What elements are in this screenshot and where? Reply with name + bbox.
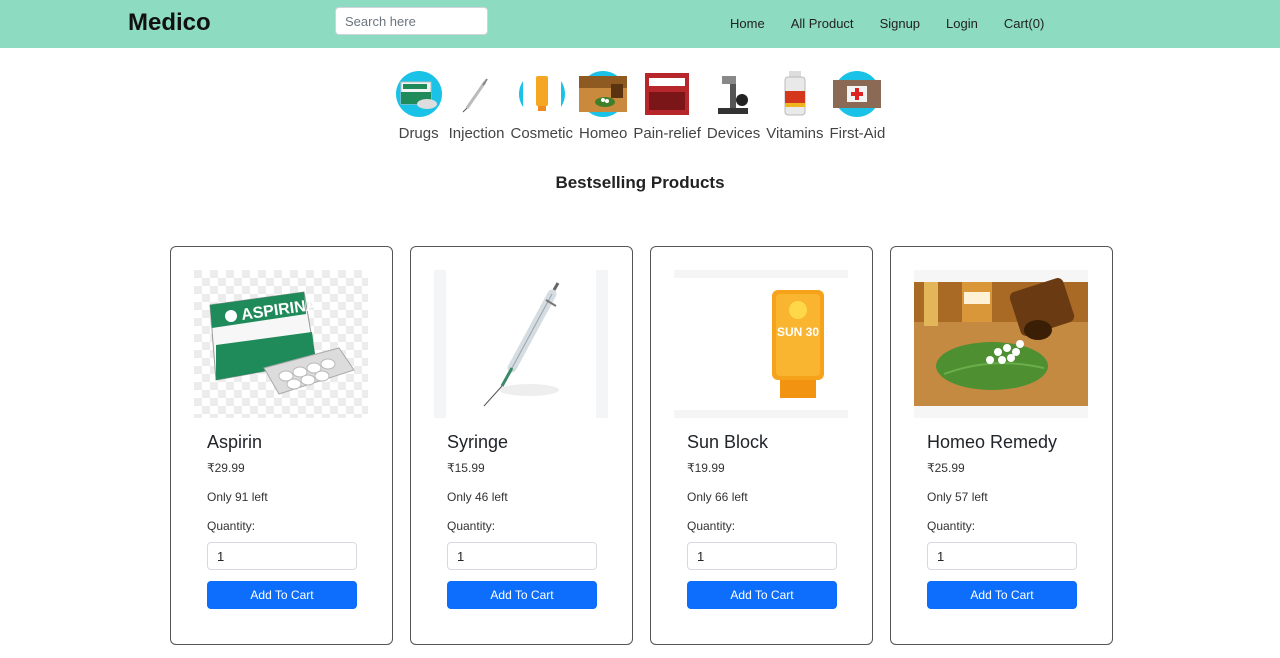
product-price: ₹29.99 [207,461,245,475]
add-to-cart-button[interactable]: Add To Cart [207,581,357,609]
quantity-label: Quantity: [687,519,736,533]
quantity-input[interactable] [447,542,597,570]
homeo-icon [579,70,628,118]
search-input[interactable] [335,7,488,35]
cosmetic-icon [518,70,566,118]
product-card: Syringe ₹15.99 Only 46 left Quantity: Ad… [410,246,633,645]
product-stock: Only 91 left [207,490,268,504]
nav-all-product-link[interactable]: All Product [791,16,854,31]
product-card: ASPIRINA Aspirin ₹29.99 Only 91 left Qua… [170,246,393,645]
category-first-aid[interactable]: First-Aid [830,70,885,142]
category-homeo[interactable]: Homeo [579,70,627,142]
nav-links: Home All Product Signup Login Cart(0) [730,16,1044,31]
quantity-input[interactable] [927,542,1077,570]
product-price: ₹19.99 [687,461,725,475]
category-injection[interactable]: Injection [449,70,505,142]
product-card: Homeo Remedy ₹25.99 Only 57 left Quantit… [890,246,1113,645]
vitamins-icon [771,70,819,118]
product-name: Syringe [447,432,509,452]
product-stock: Only 46 left [447,490,508,504]
brand-logo[interactable]: Medico [128,9,211,37]
quantity-label: Quantity: [447,519,496,533]
product-price: ₹15.99 [447,461,485,475]
product-stock: Only 66 left [687,490,748,504]
product-stock: Only 57 left [927,490,988,504]
nav-cart-link[interactable]: Cart(0) [1004,16,1044,31]
nav-home-link[interactable]: Home [730,16,765,31]
first-aid-icon [833,70,882,118]
add-to-cart-button[interactable]: Add To Cart [927,581,1077,609]
homeo-remedy-image [914,270,1088,418]
injection-icon [453,70,501,118]
add-to-cart-button[interactable]: Add To Cart [687,581,837,609]
product-name: Sun Block [687,432,769,452]
quantity-input[interactable] [687,542,837,570]
product-card: SUN 30 Sun Block ₹19.99 Only 66 left Qua… [650,246,873,645]
category-bar: Drugs Injection Cosmetic Homeo Pain-reli… [0,70,1280,142]
product-list: ASPIRINA Aspirin ₹29.99 Only 91 left Qua… [170,246,1113,645]
quantity-input[interactable] [207,542,357,570]
add-to-cart-button[interactable]: Add To Cart [447,581,597,609]
product-price: ₹25.99 [927,461,965,475]
pain-relief-icon [643,70,691,118]
aspirin-image: ASPIRINA [194,270,368,418]
nav-signup-link[interactable]: Signup [880,16,920,31]
category-pain-relief[interactable]: Pain-relief [633,70,701,142]
quantity-label: Quantity: [207,519,256,533]
category-devices[interactable]: Devices [707,70,760,142]
nav-login-link[interactable]: Login [946,16,978,31]
product-name: Homeo Remedy [927,432,1058,452]
top-navbar: Medico Home All Product Signup Login Car… [0,0,1280,48]
svg-text:SUN 30: SUN 30 [777,325,819,339]
category-cosmetic[interactable]: Cosmetic [511,70,573,142]
sun-block-image: SUN 30 [674,270,848,418]
drugs-icon [395,70,443,118]
category-drugs[interactable]: Drugs [395,70,443,142]
section-title: Bestselling Products [555,173,725,192]
syringe-image [434,270,608,418]
product-name: Aspirin [207,432,263,452]
category-vitamins[interactable]: Vitamins [766,70,824,142]
microscope-icon [710,70,758,118]
quantity-label: Quantity: [927,519,976,533]
